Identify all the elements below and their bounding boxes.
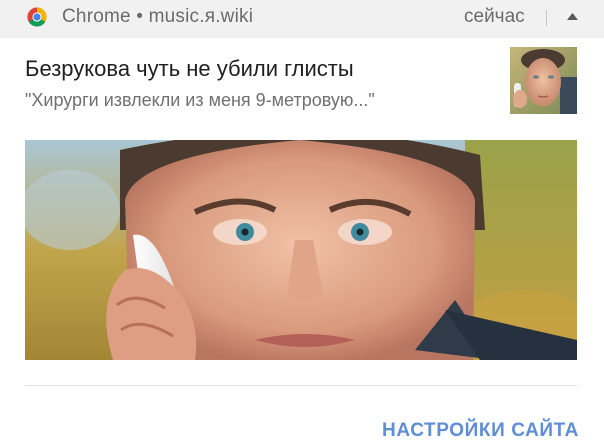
source-domain: music.я.wiki [148, 6, 254, 27]
thumbnail-image [510, 47, 577, 114]
chrome-icon [27, 7, 47, 27]
chevron-up-icon[interactable] [566, 12, 579, 21]
app-name: Chrome [62, 6, 131, 27]
separator: • [136, 6, 144, 27]
header-divider [546, 10, 547, 26]
notification-title[interactable]: Безрукова чуть не убили глисты [25, 56, 354, 82]
site-settings-button[interactable]: НАСТРОЙКИ САЙТА [382, 420, 579, 442]
notification-text[interactable]: "Хирурги извлекли из меня 9-метровую..." [25, 90, 375, 111]
header-app-source: Chrome • music.я.wiki [62, 6, 253, 28]
footer-divider [25, 385, 577, 386]
article-image[interactable] [25, 140, 577, 360]
notification-time: сейчас [464, 6, 525, 27]
notification-header: Chrome • music.я.wiki сейчас [0, 0, 604, 38]
